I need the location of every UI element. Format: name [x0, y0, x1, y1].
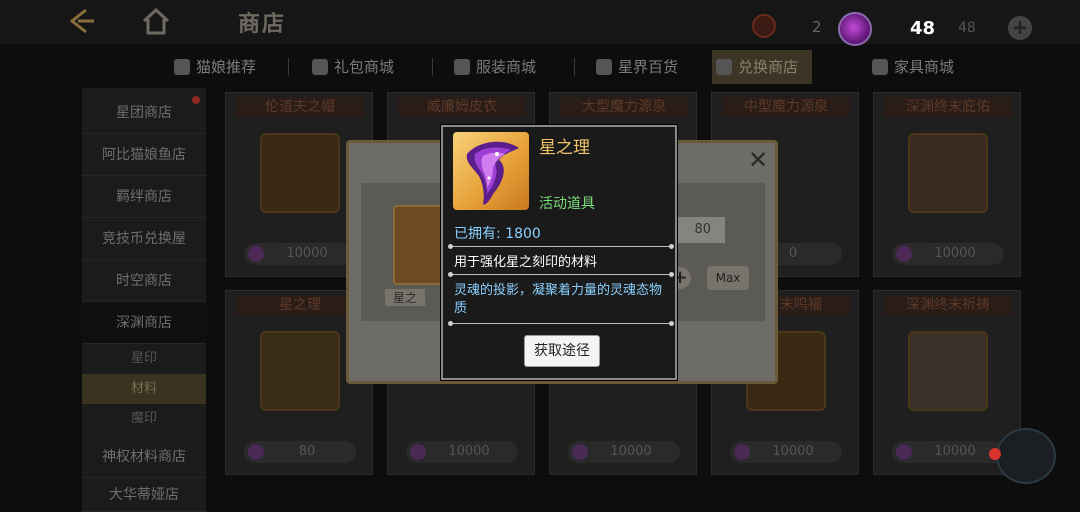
coin-icon: [572, 444, 588, 460]
sidebar-item-star-group[interactable]: 星团商店: [82, 92, 206, 134]
coin-icon: [896, 246, 912, 262]
product-name: 深渊终末祈祷: [884, 295, 1012, 315]
category-tabs: 猫娘推荐 礼包商城 服装商城 星界百货 兑换商店 家具商城: [160, 50, 980, 84]
product-price: 10000: [244, 243, 356, 265]
home-icon[interactable]: [140, 6, 172, 36]
tab-cat-recommend[interactable]: 猫娘推荐: [170, 50, 256, 84]
item-image: [453, 132, 529, 210]
product-image: [260, 331, 340, 411]
sidebar-item-bond-shop[interactable]: 羁绊商店: [82, 176, 206, 218]
star-principle-item-icon: [466, 141, 519, 205]
item-flavor-text: 灵魂的投影，凝聚着力量的灵魂态物质: [454, 283, 663, 316]
product-price: 10000: [568, 441, 680, 463]
back-arrow-icon[interactable]: [64, 6, 100, 36]
sidebar-item-spacetime-shop[interactable]: 时空商店: [82, 260, 206, 302]
divider: [448, 272, 674, 277]
purchase-item-name: 星之: [385, 289, 426, 306]
product-price: 80: [244, 441, 356, 463]
currency-b-secondary: 48: [958, 20, 976, 36]
close-icon[interactable]: ✕: [741, 143, 775, 177]
tab-label: 礼包商城: [334, 58, 395, 76]
product-image: [260, 133, 340, 213]
coin-icon: [896, 444, 912, 460]
divider: [448, 321, 674, 326]
gift-icon: [312, 59, 328, 75]
product-price: 10000: [892, 441, 1004, 463]
currency-b-value: 48: [910, 18, 936, 39]
product-name: 伦道夫之帽: [236, 97, 364, 117]
sidebar-item-abyss-shop[interactable]: 深渊商店: [82, 302, 206, 344]
sofa-icon: [872, 59, 888, 75]
tab-label: 兑换商店: [738, 58, 799, 76]
product-price: 10000: [730, 441, 842, 463]
coin-icon: [248, 246, 264, 262]
leaf-icon: [596, 59, 612, 75]
tab-astral-store[interactable]: 星界百货: [592, 50, 678, 84]
tab-exchange-shop[interactable]: 兑换商店: [712, 50, 813, 84]
notification-dot: [192, 96, 200, 104]
product-name: 深渊终末庇佑: [884, 97, 1012, 117]
sidebar-item-arena-exchange[interactable]: 竞技币兑换屋: [82, 218, 206, 260]
tab-label: 家具商城: [894, 58, 955, 76]
obtain-method-button[interactable]: 获取途径: [524, 335, 600, 367]
product-name: 威廉姆皮衣: [398, 97, 526, 117]
tab-gift-packs[interactable]: 礼包商城: [308, 50, 394, 84]
item-name: 星之理: [539, 138, 590, 158]
currency-a-value: 2: [812, 18, 822, 36]
assistant-float-button[interactable]: [996, 428, 1056, 484]
sidebar-item-fish-shop[interactable]: 阿比猫娘鱼店: [82, 134, 206, 176]
product-image: [908, 133, 988, 213]
owned-count: 已拥有: 1800: [454, 226, 541, 242]
notification-dot: [989, 448, 1001, 460]
add-currency-button[interactable]: +: [1008, 16, 1032, 40]
currency-a-icon: [752, 14, 776, 38]
tab-costume-shop[interactable]: 服装商城: [450, 50, 536, 84]
tab-label: 猫娘推荐: [196, 58, 257, 76]
coin-icon: [734, 444, 750, 460]
sidebar-item-more[interactable]: 大华蒂娅店: [82, 478, 206, 512]
product-price: 10000: [406, 441, 518, 463]
max-quantity-button[interactable]: Max: [707, 266, 749, 290]
top-bar: 商店 2 48 48 +: [0, 0, 1080, 46]
item-tooltip: 星之理 活动道具 已拥有: 1800 用于强化星之刻印的材料 灵魂的投影，凝聚着…: [441, 125, 677, 380]
sidebar-item-divine-material-shop[interactable]: 神权材料商店: [82, 436, 206, 478]
coin-icon: [248, 444, 264, 460]
product-name: 星之理: [236, 295, 364, 315]
product-card[interactable]: 深渊终末庇佑 10000: [873, 92, 1021, 277]
coin-icon: [410, 444, 426, 460]
shop-sidebar: 星团商店 阿比猫娘鱼店 羁绊商店 竞技币兑换屋 时空商店 深渊商店 星印 材料 …: [82, 88, 206, 512]
item-description: 用于强化星之刻印的材料: [454, 255, 598, 270]
product-price: 10000: [892, 243, 1004, 265]
exchange-icon: [716, 59, 732, 75]
product-name: 大型魔力源泉: [560, 97, 688, 117]
product-image: [908, 331, 988, 411]
tab-furniture-shop[interactable]: 家具商城: [868, 50, 954, 84]
sidebar-subitem-materials[interactable]: 材料: [82, 374, 206, 404]
tab-label: 服装商城: [476, 58, 537, 76]
tab-label: 星界百货: [618, 58, 679, 76]
product-name: 中型魔力源泉: [722, 97, 850, 117]
item-type: 活动道具: [539, 196, 595, 212]
paw-icon: [174, 59, 190, 75]
page-title: 商店: [238, 12, 287, 37]
divider: [448, 244, 674, 249]
crystal-currency-icon: [838, 12, 872, 46]
hanger-icon: [454, 59, 470, 75]
sidebar-subitem-demon-seal[interactable]: 魔印: [82, 404, 206, 434]
sidebar-subitem-star-seal[interactable]: 星印: [82, 344, 206, 374]
